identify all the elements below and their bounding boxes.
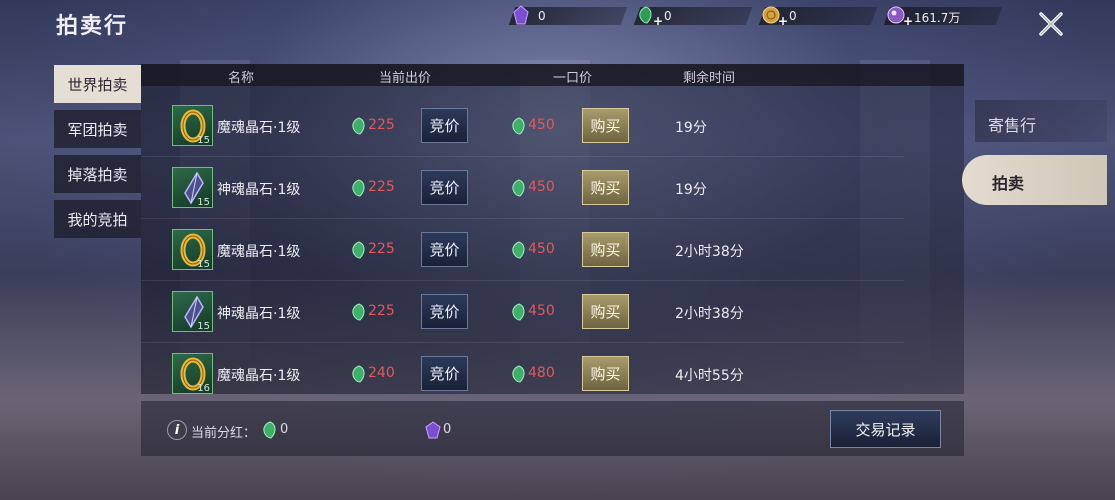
column-header-current-bid: 当前出价 bbox=[379, 71, 432, 86]
auction-list-panel: 名称 当前出价 一口价 剩余时间 15 魔魂晶石·1级 225 竞价 450 购… bbox=[141, 64, 964, 394]
green-jade-icon bbox=[352, 241, 365, 259]
item-slot[interactable]: 15 bbox=[172, 291, 213, 332]
tab-drop-auction[interactable]: 掉落拍卖 bbox=[54, 155, 141, 193]
add-currency-icon[interactable]: + bbox=[653, 14, 663, 28]
item-level: 15 bbox=[197, 197, 210, 208]
tab-auction[interactable]: 拍卖 bbox=[962, 155, 1107, 205]
table-header: 名称 当前出价 一口价 剩余时间 bbox=[141, 64, 964, 86]
buy-button[interactable]: 购买 bbox=[582, 108, 629, 143]
column-header-remaining: 剩余时间 bbox=[683, 71, 736, 86]
page-title: 拍卖行 bbox=[56, 14, 129, 39]
green-jade-icon bbox=[352, 117, 365, 135]
remaining-time: 19分 bbox=[675, 120, 707, 136]
tab-label: 拍卖 bbox=[992, 174, 1025, 193]
current-bid-value: 240 bbox=[368, 365, 395, 381]
current-bid-value: 225 bbox=[368, 241, 395, 257]
tab-world-auction[interactable]: 世界拍卖 bbox=[54, 65, 141, 103]
green-jade-icon bbox=[263, 421, 276, 439]
buy-button[interactable]: 购买 bbox=[582, 294, 629, 329]
purple-crystal-icon bbox=[513, 5, 529, 25]
tab-label: 我的竞拍 bbox=[67, 210, 128, 229]
bid-button[interactable]: 竞价 bbox=[421, 294, 468, 329]
dividend-label: 当前分红： bbox=[191, 426, 257, 441]
trade-record-button[interactable]: 交易记录 bbox=[830, 410, 941, 448]
current-bid-value: 225 bbox=[368, 303, 395, 319]
column-header-buyout: 一口价 bbox=[553, 71, 593, 86]
close-icon[interactable] bbox=[1036, 9, 1066, 39]
buy-button[interactable]: 购买 bbox=[582, 356, 629, 391]
green-jade-icon bbox=[512, 117, 525, 135]
table-row[interactable]: 15 魔魂晶石·1级 225 竞价 450 购买 19分 bbox=[141, 95, 904, 157]
dividend-value: 0 bbox=[280, 422, 289, 437]
item-level: 15 bbox=[197, 259, 210, 270]
current-bid-value: 225 bbox=[368, 179, 395, 195]
item-slot[interactable]: 15 bbox=[172, 229, 213, 270]
purple-crystal-icon bbox=[425, 421, 441, 439]
green-jade-icon bbox=[512, 365, 525, 383]
table-row[interactable]: 15 魔魂晶石·1级 225 竞价 450 购买 2小时38分 bbox=[141, 219, 904, 281]
footer-bar: i 当前分红： 0 0 交易记录 bbox=[141, 401, 964, 456]
tab-label: 军团拍卖 bbox=[67, 120, 128, 139]
info-icon[interactable]: i bbox=[167, 420, 187, 440]
tab-consignment-shop[interactable]: 寄售行 bbox=[975, 100, 1107, 142]
tab-label: 掉落拍卖 bbox=[67, 165, 128, 184]
item-name: 魔魂晶石·1级 bbox=[217, 244, 301, 260]
current-bid-value: 225 bbox=[368, 117, 395, 133]
green-jade-icon bbox=[352, 365, 365, 383]
buyout-value: 450 bbox=[528, 303, 555, 319]
tab-my-bids[interactable]: 我的竞拍 bbox=[54, 200, 141, 238]
buyout-value: 450 bbox=[528, 117, 555, 133]
currency-value: 161.7万 bbox=[914, 11, 961, 25]
item-level: 15 bbox=[197, 135, 210, 146]
bid-button[interactable]: 竞价 bbox=[421, 232, 468, 267]
green-jade-icon bbox=[512, 179, 525, 197]
item-slot[interactable]: 16 bbox=[172, 353, 213, 394]
tab-label: 寄售行 bbox=[988, 116, 1037, 135]
remaining-time: 19分 bbox=[675, 182, 707, 198]
tab-legion-auction[interactable]: 军团拍卖 bbox=[54, 110, 141, 148]
buyout-value: 450 bbox=[528, 241, 555, 257]
add-currency-icon[interactable]: + bbox=[778, 14, 788, 28]
item-slot[interactable]: 15 bbox=[172, 105, 213, 146]
buy-button[interactable]: 购买 bbox=[582, 232, 629, 267]
green-jade-icon bbox=[512, 241, 525, 259]
item-name: 魔魂晶石·1级 bbox=[217, 120, 301, 136]
item-name: 神魂晶石·1级 bbox=[217, 182, 301, 198]
green-jade-icon bbox=[352, 179, 365, 197]
tab-label: 世界拍卖 bbox=[67, 75, 128, 94]
remaining-time: 2小时38分 bbox=[675, 244, 744, 260]
item-level: 15 bbox=[197, 321, 210, 332]
green-jade-icon bbox=[512, 303, 525, 321]
table-row[interactable]: 16 魔魂晶石·1级 240 竞价 480 购买 4小时55分 bbox=[141, 343, 904, 394]
item-level: 16 bbox=[197, 383, 210, 394]
currency-value: 0 bbox=[538, 9, 546, 23]
bid-button[interactable]: 竞价 bbox=[421, 356, 468, 391]
item-name: 魔魂晶石·1级 bbox=[217, 368, 301, 384]
item-name: 神魂晶石·1级 bbox=[217, 306, 301, 322]
currency-value: 0 bbox=[789, 9, 797, 23]
table-row[interactable]: 15 神魂晶石·1级 225 竞价 450 购买 19分 bbox=[141, 157, 904, 219]
green-jade-icon bbox=[352, 303, 365, 321]
add-currency-icon[interactable]: + bbox=[903, 14, 913, 28]
bid-button[interactable]: 竞价 bbox=[421, 108, 468, 143]
bid-button[interactable]: 竞价 bbox=[421, 170, 468, 205]
column-header-name: 名称 bbox=[228, 71, 255, 86]
buy-button[interactable]: 购买 bbox=[582, 170, 629, 205]
crystal-value: 0 bbox=[443, 422, 452, 437]
buyout-value: 450 bbox=[528, 179, 555, 195]
remaining-time: 2小时38分 bbox=[675, 306, 744, 322]
currency-value: 0 bbox=[664, 9, 672, 23]
remaining-time: 4小时55分 bbox=[675, 368, 744, 384]
table-row[interactable]: 15 神魂晶石·1级 225 竞价 450 购买 2小时38分 bbox=[141, 281, 904, 343]
item-slot[interactable]: 15 bbox=[172, 167, 213, 208]
buyout-value: 480 bbox=[528, 365, 555, 381]
